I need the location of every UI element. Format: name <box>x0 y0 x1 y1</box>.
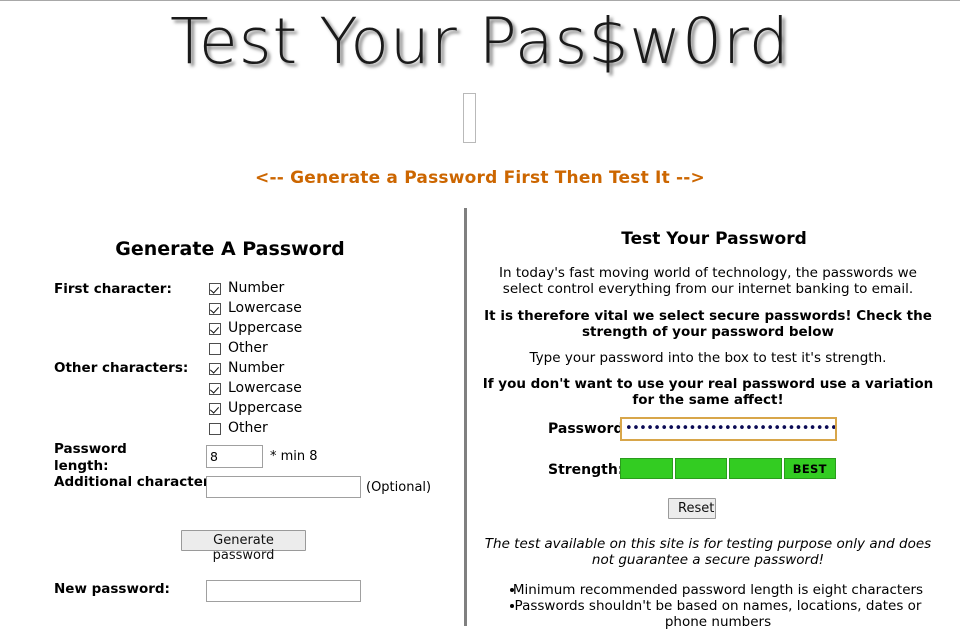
checkbox-other-other[interactable]: Other <box>209 419 268 438</box>
page-title: Test Your Pas$w0rd <box>170 5 790 78</box>
reset-button[interactable]: Reset <box>668 498 716 519</box>
password-input[interactable]: ••••••••••••••••••••••••••••••••••• <box>620 417 837 441</box>
checkbox-box-icon[interactable] <box>209 422 221 435</box>
checkbox-other-number[interactable]: Number <box>209 359 284 378</box>
vital-paragraph: It is therefore vital we select secure p… <box>484 308 932 340</box>
checkbox-label: Lowercase <box>228 380 302 396</box>
checkbox-first-number[interactable]: Number <box>209 279 284 298</box>
checkbox-other-uppercase[interactable]: Uppercase <box>209 399 302 418</box>
other-characters-label: Other characters: <box>54 360 189 376</box>
checkbox-other-lowercase[interactable]: Lowercase <box>209 379 302 398</box>
strength-segment <box>674 458 727 479</box>
list-item: Passwords shouldn't be based on names, l… <box>498 598 938 630</box>
checkbox-box-icon[interactable] <box>209 402 221 415</box>
checkbox-label: Uppercase <box>228 400 303 416</box>
password-masked-value: ••••••••••••••••••••••••••••••••••• <box>625 421 837 436</box>
bullet-icon <box>510 604 514 608</box>
new-password-label: New password: <box>54 581 170 597</box>
generate-password-button[interactable]: Generate password <box>181 530 306 563</box>
checkbox-first-uppercase[interactable]: Uppercase <box>209 319 302 338</box>
new-password-input[interactable] <box>206 580 361 602</box>
disclaimer-text: The test available on this site is for t… <box>484 536 932 568</box>
checkbox-box-icon[interactable] <box>209 362 221 375</box>
intro-paragraph: In today's fast moving world of technolo… <box>499 265 917 297</box>
checkbox-label: Number <box>228 360 285 376</box>
checkbox-box-icon[interactable] <box>209 342 221 355</box>
broken-image-placeholder-icon <box>463 93 476 143</box>
checkbox-box-icon[interactable] <box>209 322 221 335</box>
list-item-label: Minimum recommended password length is e… <box>512 582 924 598</box>
strength-meter: BEST <box>620 458 836 479</box>
page-subtitle: <-- Generate a Password First Then Test … <box>255 168 705 188</box>
strength-segment <box>729 458 782 479</box>
type-hint-paragraph: Type your password into the box to test … <box>529 350 887 366</box>
checkbox-box-icon[interactable] <box>209 382 221 395</box>
strength-segment <box>620 458 673 479</box>
generate-panel-heading: Generate A Password <box>115 238 345 260</box>
strength-label: Strength: <box>548 462 624 478</box>
checkbox-label: Other <box>228 340 268 356</box>
list-item-label: Passwords shouldn't be based on names, l… <box>514 598 922 630</box>
test-panel-heading: Test Your Password <box>621 229 807 249</box>
checkbox-label: Lowercase <box>228 300 302 316</box>
variation-paragraph: If you don't want to use your real passw… <box>482 376 934 408</box>
password-length-input[interactable] <box>206 445 263 468</box>
additional-characters-note: (Optional) <box>366 480 432 495</box>
password-length-note: * min 8 <box>270 449 318 464</box>
browser-chrome-divider <box>0 0 960 1</box>
additional-characters-input[interactable] <box>206 476 361 498</box>
checkbox-label: Other <box>228 420 268 436</box>
checkbox-box-icon[interactable] <box>209 302 221 315</box>
column-divider <box>464 208 467 626</box>
checkbox-label: Uppercase <box>228 320 303 336</box>
checkbox-first-other[interactable]: Other <box>209 339 268 358</box>
password-field-label: Password: <box>548 421 630 437</box>
checkbox-label: Number <box>228 280 285 296</box>
password-tips-list: Minimum recommended password length is e… <box>498 582 938 630</box>
checkbox-box-icon[interactable] <box>209 282 221 295</box>
first-character-label: First character: <box>54 281 172 297</box>
generate-password-panel: Generate A Password First character: Num… <box>0 208 460 626</box>
bullet-icon <box>510 588 514 592</box>
strength-segment-best: BEST <box>783 458 836 479</box>
additional-characters-label: Additional characters: <box>54 474 224 490</box>
list-item: Minimum recommended password length is e… <box>498 582 938 598</box>
checkbox-first-lowercase[interactable]: Lowercase <box>209 299 302 318</box>
password-length-label: Password length: <box>54 441 127 474</box>
